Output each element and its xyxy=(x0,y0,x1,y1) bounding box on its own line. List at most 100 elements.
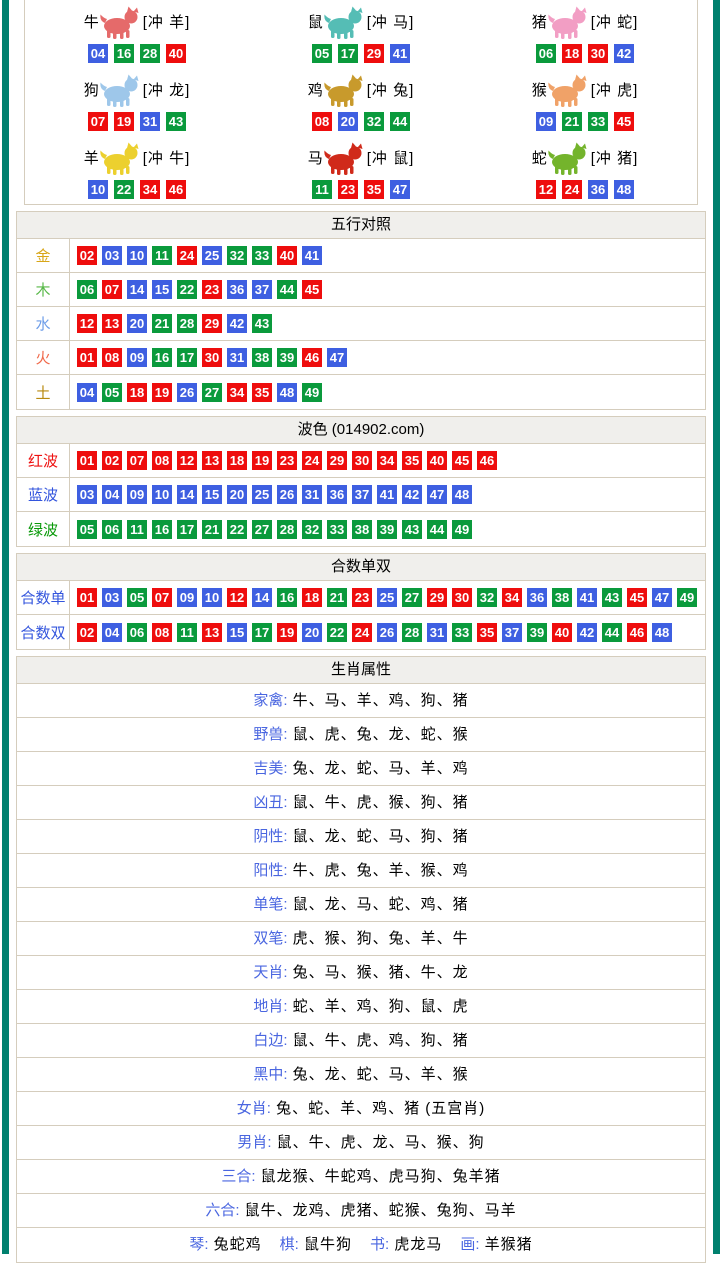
row-numbers: 0103050709101214161821232527293032343638… xyxy=(70,581,702,614)
pig-icon xyxy=(548,5,590,39)
rat-icon xyxy=(324,5,366,39)
attribute-value: 羊猴猪 xyxy=(480,1236,533,1253)
number-badge: 49 xyxy=(677,588,697,607)
number-badge: 34 xyxy=(377,451,397,470)
zodiac-cell-header: 鸡 [冲 兔] xyxy=(308,73,415,107)
attribute-row: 琴: 兔蛇鸡棋: 鼠牛狗书: 虎龙马画: 羊猴猪 xyxy=(17,1228,705,1262)
number-badge: 40 xyxy=(552,623,572,642)
attribute-value: 兔、龙、蛇、马、羊、鸡 xyxy=(288,760,469,777)
attribute-label: 书: xyxy=(370,1236,389,1253)
attribute-value: 牛、虎、兔、羊、猴、鸡 xyxy=(288,862,469,879)
number-badge: 13 xyxy=(202,623,222,642)
attribute-label: 凶丑: xyxy=(253,794,287,811)
attribute-row: 男肖: 鼠、牛、虎、龙、马、猴、狗 xyxy=(17,1126,705,1160)
attribute-label: 阴性: xyxy=(253,828,287,845)
attribute-segment: 琴: 兔蛇鸡 xyxy=(189,1236,261,1253)
zodiac-clash: [冲 龙] xyxy=(143,83,191,98)
row-numbers: 05061116172122272832333839434449 xyxy=(70,512,477,546)
number-badge: 07 xyxy=(152,588,172,607)
zodiac-clash: [冲 羊] xyxy=(143,15,191,30)
number-badge: 17 xyxy=(338,44,358,63)
row-numbers: 0204060811131517192022242628313335373940… xyxy=(70,615,677,649)
number-badge: 04 xyxy=(102,485,122,504)
bose-section-title: 波色 (014902.com) xyxy=(17,417,705,444)
attribute-row: 女肖: 兔、蛇、羊、鸡、猪 (五宫肖) xyxy=(17,1092,705,1126)
number-badge: 45 xyxy=(614,112,634,131)
attribute-row: 野兽: 鼠、虎、兔、龙、蛇、猴 xyxy=(17,718,705,752)
zodiac-cell-header: 马 [冲 鼠] xyxy=(308,141,415,175)
number-badge: 12 xyxy=(77,314,97,333)
attribute-row: 家禽: 牛、马、羊、鸡、狗、猪 xyxy=(17,684,705,718)
number-badge: 22 xyxy=(327,623,347,642)
zodiac-name: 猴 xyxy=(532,83,547,98)
attribute-label: 棋: xyxy=(280,1236,299,1253)
number-badge: 42 xyxy=(577,623,597,642)
heshu-rows: 合数单 010305070910121416182123252729303234… xyxy=(17,581,705,649)
rooster-icon xyxy=(324,73,366,107)
number-badge: 04 xyxy=(88,44,108,63)
zodiac-numbers: 11233547 xyxy=(309,180,413,199)
row-label: 火 xyxy=(17,341,70,374)
number-badge: 09 xyxy=(177,588,197,607)
number-badge: 20 xyxy=(302,623,322,642)
number-badge: 40 xyxy=(427,451,447,470)
number-badge: 19 xyxy=(152,383,172,402)
attribute-row: 阴性: 鼠、龙、蛇、马、狗、猪 xyxy=(17,820,705,854)
number-badge: 23 xyxy=(338,180,358,199)
zodiac-cell: 猴 [冲 虎] 09213345 xyxy=(473,68,697,136)
attribute-value: 兔、龙、蛇、马、羊、猴 xyxy=(288,1066,469,1083)
number-badge: 46 xyxy=(477,451,497,470)
number-badge: 37 xyxy=(352,485,372,504)
attribute-segment: 画: 羊猴猪 xyxy=(460,1236,532,1253)
number-badge: 28 xyxy=(402,623,422,642)
number-badge: 18 xyxy=(127,383,147,402)
attribute-label: 白边: xyxy=(253,1032,287,1049)
number-badge: 45 xyxy=(302,280,322,299)
number-badge: 22 xyxy=(227,520,247,539)
number-badge: 33 xyxy=(252,246,272,265)
attribute-label: 吉美: xyxy=(253,760,287,777)
attribute-row: 白边: 鼠、牛、虎、鸡、狗、猪 xyxy=(17,1024,705,1058)
bose-rows: 红波 0102070812131819232429303435404546 蓝波… xyxy=(17,444,705,546)
wuxing-row: 水 1213202128294243 xyxy=(17,307,705,341)
number-badge: 29 xyxy=(364,44,384,63)
attribute-value: 虎龙马 xyxy=(389,1236,442,1253)
number-badge: 11 xyxy=(127,520,147,539)
attribute-segment: 吉美: 兔、龙、蛇、马、羊、鸡 xyxy=(253,760,468,777)
number-badge: 10 xyxy=(88,180,108,199)
number-badge: 24 xyxy=(352,623,372,642)
number-badge: 07 xyxy=(127,451,147,470)
wuxing-rows: 金 02031011242532334041 木 060714152223363… xyxy=(17,239,705,409)
shengxiao-rows: 家禽: 牛、马、羊、鸡、狗、猪 野兽: 鼠、虎、兔、龙、蛇、猴 吉美: 兔、龙、… xyxy=(17,684,705,1262)
number-badge: 10 xyxy=(127,246,147,265)
row-numbers: 06071415222336374445 xyxy=(70,273,327,306)
number-badge: 18 xyxy=(562,44,582,63)
heshu-row: 合数单 010305070910121416182123252729303234… xyxy=(17,581,705,615)
number-badge: 02 xyxy=(77,623,97,642)
zodiac-clash: [冲 马] xyxy=(367,15,415,30)
attribute-segment: 男肖: 鼠、牛、虎、龙、马、猴、狗 xyxy=(237,1134,484,1151)
wuxing-row: 土 04051819262734354849 xyxy=(17,375,705,409)
number-badge: 31 xyxy=(227,348,247,367)
number-badge: 17 xyxy=(177,520,197,539)
zodiac-numbers: 04162840 xyxy=(85,44,189,63)
attribute-value: 鼠、牛、虎、龙、马、猴、狗 xyxy=(272,1134,485,1151)
zodiac-cell-header: 牛 [冲 羊] xyxy=(84,5,191,39)
attribute-value: 虎、猴、狗、兔、羊、牛 xyxy=(288,930,469,947)
number-badge: 23 xyxy=(352,588,372,607)
row-numbers: 1213202128294243 xyxy=(70,307,277,340)
number-badge: 25 xyxy=(252,485,272,504)
number-badge: 21 xyxy=(562,112,582,131)
number-badge: 02 xyxy=(102,451,122,470)
number-badge: 41 xyxy=(390,44,410,63)
number-badge: 42 xyxy=(614,44,634,63)
zodiac-numbers: 09213345 xyxy=(533,112,637,131)
attribute-value: 鼠龙猴、牛蛇鸡、虎马狗、兔羊猪 xyxy=(256,1168,501,1185)
number-badge: 14 xyxy=(127,280,147,299)
number-badge: 47 xyxy=(390,180,410,199)
left-border-stripe xyxy=(2,0,9,1254)
number-badge: 08 xyxy=(102,348,122,367)
number-badge: 35 xyxy=(477,623,497,642)
zodiac-cell-header: 狗 [冲 龙] xyxy=(84,73,191,107)
attribute-label: 男肖: xyxy=(237,1134,271,1151)
